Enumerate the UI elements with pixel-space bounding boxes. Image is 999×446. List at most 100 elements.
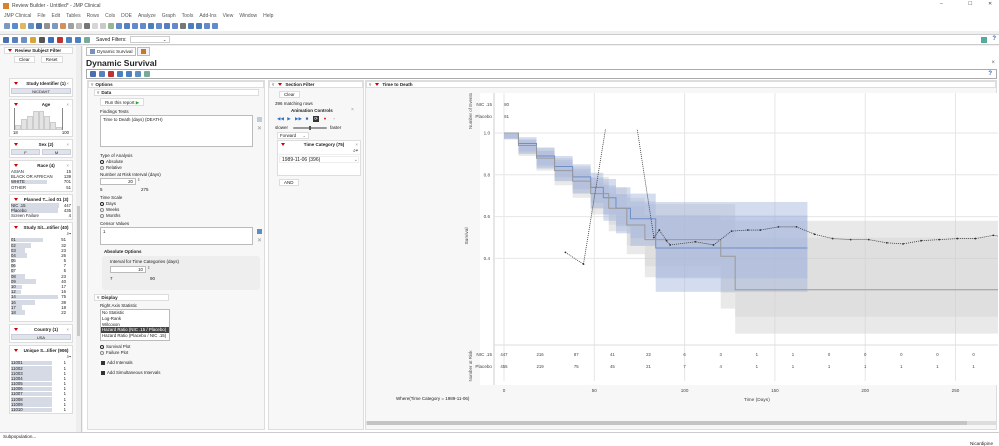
close-button[interactable]: ✕ bbox=[988, 1, 992, 7]
report-toolbar-icon[interactable] bbox=[135, 71, 141, 77]
red-triangle-menu-icon[interactable] bbox=[281, 143, 285, 146]
filter-list-item[interactable]: 18 22 bbox=[11, 310, 66, 315]
close-icon[interactable]: × bbox=[66, 348, 69, 353]
red-triangle-menu-icon[interactable] bbox=[14, 197, 18, 201]
remove-icon[interactable]: ✕ bbox=[257, 237, 262, 244]
toolbar-icon[interactable] bbox=[12, 36, 18, 43]
close-icon[interactable]: × bbox=[351, 107, 354, 113]
speed-slider[interactable] bbox=[293, 126, 327, 130]
toolbar-icon[interactable] bbox=[28, 22, 34, 29]
search-icon[interactable]: ⌕▾ bbox=[278, 148, 360, 155]
step-back-icon[interactable]: ◀◀ bbox=[277, 116, 284, 122]
display-header[interactable]: ▿ Display bbox=[94, 294, 169, 301]
toolbar-icon[interactable] bbox=[12, 22, 18, 29]
toolbar-icon[interactable] bbox=[196, 22, 202, 29]
spinner-icon[interactable]: ⇕ bbox=[137, 177, 140, 182]
filter-list-item[interactable]: OTHER 51 bbox=[11, 185, 71, 190]
left-panel-scrollbar[interactable] bbox=[76, 46, 81, 432]
toolbar-icon[interactable] bbox=[60, 22, 66, 29]
clear-button[interactable]: Clear bbox=[14, 56, 35, 63]
close-icon[interactable]: × bbox=[66, 197, 69, 202]
menu-view[interactable]: View bbox=[223, 13, 234, 19]
toolbar-icon[interactable] bbox=[21, 36, 27, 43]
filter-value[interactable]: NICDAHT bbox=[11, 88, 71, 94]
toolbar-icon[interactable] bbox=[84, 22, 90, 29]
age-histogram-slider[interactable] bbox=[14, 108, 63, 130]
toolbar-icon[interactable] bbox=[188, 22, 194, 29]
toolbar-icon[interactable] bbox=[48, 36, 54, 43]
toolbar-icon[interactable] bbox=[212, 22, 218, 29]
spinner-icon[interactable]: ⇕ bbox=[147, 265, 150, 270]
radio-survival-plot[interactable]: Survival Plot bbox=[100, 344, 130, 349]
red-triangle-menu-icon[interactable] bbox=[278, 83, 283, 86]
filter-header[interactable]: Review Subject Filter bbox=[4, 47, 73, 54]
checkbox-add-intervals[interactable]: Add Intervals bbox=[101, 360, 133, 365]
sex-option[interactable]: M bbox=[42, 149, 71, 155]
clear-button[interactable]: Clear bbox=[279, 91, 300, 98]
help-icon[interactable]: ? bbox=[992, 36, 996, 42]
menu-file[interactable]: File bbox=[37, 13, 45, 19]
toolbar-icon[interactable] bbox=[39, 36, 45, 43]
step-forward-icon[interactable]: ▶▶ bbox=[295, 116, 302, 122]
toolbar-icon[interactable] bbox=[76, 22, 82, 29]
menu-jmp-clinical[interactable]: JMP Clinical bbox=[4, 13, 31, 19]
report-toolbar-icon[interactable] bbox=[90, 71, 96, 77]
close-icon[interactable]: × bbox=[66, 225, 69, 230]
and-button[interactable]: AND bbox=[279, 179, 299, 186]
red-triangle-menu-icon[interactable] bbox=[14, 349, 18, 353]
right-axis-statistic-list[interactable]: No Statistic Log-Rank Wilcoxon Hazard Ratio… bbox=[100, 309, 170, 341]
play-icon[interactable]: ▶ bbox=[286, 116, 292, 122]
toolbar-icon[interactable] bbox=[156, 22, 162, 29]
minimize-button[interactable]: – bbox=[940, 1, 943, 7]
toolbar-icon[interactable] bbox=[132, 22, 138, 29]
slider-thumb[interactable] bbox=[309, 126, 311, 130]
toolbar-icon[interactable] bbox=[66, 36, 72, 43]
findings-list[interactable]: Time to Death (days) (DEATH) bbox=[100, 115, 253, 147]
toolbar-icon[interactable] bbox=[4, 22, 10, 29]
toolbar-icon[interactable] bbox=[204, 22, 210, 29]
toolbar-icon[interactable] bbox=[44, 22, 50, 29]
loop-icon[interactable]: ⟳ bbox=[313, 116, 319, 122]
save-icon[interactable]: ▪ bbox=[331, 116, 337, 122]
radio-relative[interactable]: Relative bbox=[100, 165, 122, 170]
time-category-dropdown[interactable]: 1989-11-06 (396) ⌄ bbox=[279, 156, 359, 163]
toolbar-icon[interactable] bbox=[116, 22, 122, 29]
menu-graph[interactable]: Graph bbox=[162, 13, 176, 19]
close-icon[interactable]: × bbox=[66, 163, 69, 168]
risk-interval-input[interactable]: 20 bbox=[100, 178, 136, 185]
close-icon[interactable]: × bbox=[66, 327, 69, 332]
saved-filters-dropdown[interactable]: ⌄ bbox=[129, 36, 170, 43]
toolbar-icon[interactable] bbox=[92, 22, 98, 29]
add-icon[interactable] bbox=[257, 229, 262, 234]
report-toolbar-icon[interactable] bbox=[126, 71, 132, 77]
menu-tools[interactable]: Tools bbox=[182, 13, 194, 19]
maximize-button[interactable]: ☐ bbox=[968, 1, 972, 7]
menu-tables[interactable]: Tables bbox=[66, 13, 80, 19]
data-header[interactable]: ▿ Data bbox=[94, 89, 259, 96]
close-icon[interactable]: × bbox=[66, 81, 69, 86]
direction-dropdown[interactable]: Forward ⌄ bbox=[277, 132, 309, 139]
red-triangle-menu-icon[interactable] bbox=[14, 143, 18, 146]
toolbar-icon[interactable] bbox=[140, 22, 146, 29]
toolbar-icon[interactable] bbox=[180, 22, 186, 29]
remove-icon[interactable]: ✕ bbox=[257, 125, 262, 132]
menu-rows[interactable]: Rows bbox=[87, 13, 100, 19]
filter-value[interactable]: USA bbox=[11, 334, 71, 341]
radio-failure-plot[interactable]: Failure Plot bbox=[100, 350, 128, 355]
red-triangle-menu-icon[interactable] bbox=[8, 49, 12, 52]
menu-edit[interactable]: Edit bbox=[51, 13, 60, 19]
run-report-button[interactable]: Run this report ▶ bbox=[100, 98, 145, 106]
toolbar-icon[interactable] bbox=[68, 22, 74, 29]
menu-help[interactable]: Help bbox=[263, 13, 273, 19]
close-icon[interactable]: × bbox=[355, 142, 358, 147]
red-triangle-menu-icon[interactable] bbox=[14, 103, 18, 106]
stop-icon[interactable]: ■ bbox=[304, 116, 310, 122]
radio-absolute[interactable]: Absolute bbox=[100, 159, 123, 164]
close-icon[interactable]: × bbox=[66, 102, 69, 107]
tab-new[interactable] bbox=[137, 47, 151, 56]
menu-add-ins[interactable]: Add-Ins bbox=[199, 13, 216, 19]
horizontal-scrollbar[interactable] bbox=[366, 421, 996, 425]
report-toolbar-icon[interactable] bbox=[99, 71, 105, 77]
menu-cols[interactable]: Cols bbox=[105, 13, 115, 19]
toolbar-icon[interactable] bbox=[148, 22, 154, 29]
